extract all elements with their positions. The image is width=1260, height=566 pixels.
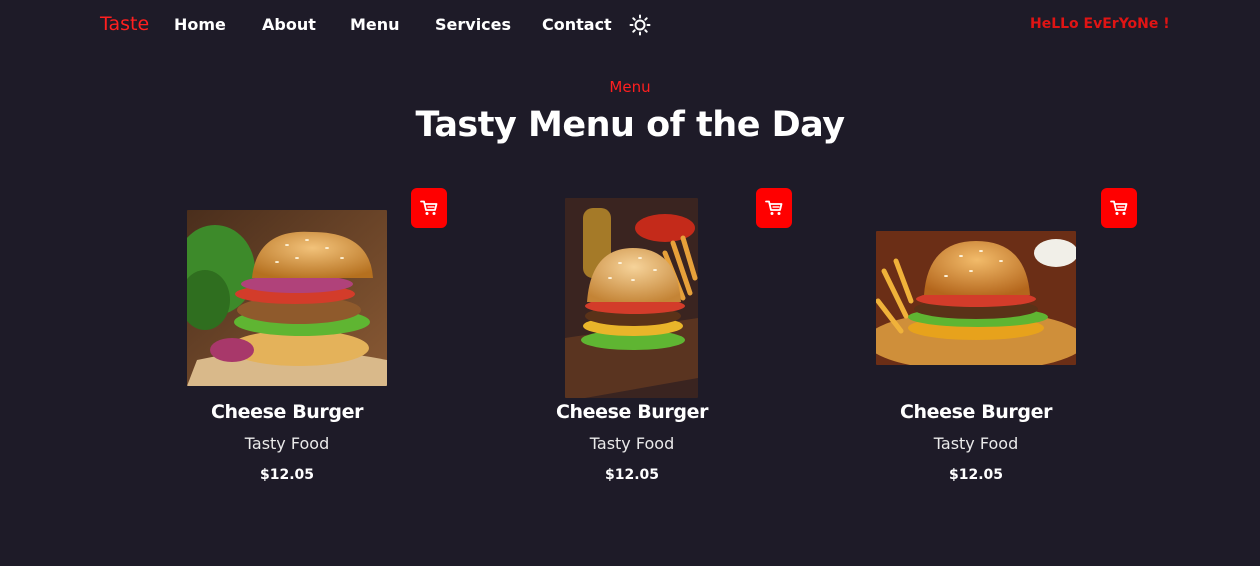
add-to-cart-button[interactable]	[756, 188, 792, 228]
sun-icon[interactable]	[629, 14, 651, 36]
section-tag: Menu	[609, 78, 651, 96]
logo[interactable]: Taste	[100, 13, 149, 35]
nav-link-services[interactable]: Services	[435, 15, 511, 34]
nav-link-contact[interactable]: Contact	[542, 15, 612, 34]
nav-link-about[interactable]: About	[262, 15, 316, 34]
burger-image	[565, 198, 698, 398]
section-title: Tasty Menu of the Day	[415, 105, 845, 145]
cart-icon	[765, 200, 783, 215]
nav-link-menu[interactable]: Menu	[350, 15, 400, 34]
burger-image	[187, 210, 387, 386]
item-price: $12.05	[259, 467, 315, 483]
item-name: Cheese Burger	[210, 401, 364, 423]
item-price: $12.05	[948, 467, 1004, 483]
cart-icon	[1110, 200, 1128, 215]
greeting-text: HeLLo EvErYoNe !	[1030, 16, 1170, 32]
add-to-cart-button[interactable]	[1101, 188, 1137, 228]
cart-icon	[420, 200, 438, 215]
add-to-cart-button[interactable]	[411, 188, 447, 228]
item-description: Tasty Food	[589, 434, 675, 453]
item-name: Cheese Burger	[555, 401, 709, 423]
item-price: $12.05	[604, 467, 660, 483]
menu-card: Cheese Burger Tasty Food $12.05	[137, 186, 447, 496]
menu-card: Cheese Burger Tasty Food $12.05	[826, 186, 1137, 496]
menu-card: Cheese Burger Tasty Food $12.05	[482, 186, 792, 496]
burger-image	[876, 231, 1076, 365]
item-name: Cheese Burger	[899, 401, 1053, 423]
item-description: Tasty Food	[244, 434, 330, 453]
nav-link-home[interactable]: Home	[174, 15, 226, 34]
navbar: Taste Home About Menu Services Contact H…	[0, 0, 1260, 52]
item-description: Tasty Food	[933, 434, 1019, 453]
